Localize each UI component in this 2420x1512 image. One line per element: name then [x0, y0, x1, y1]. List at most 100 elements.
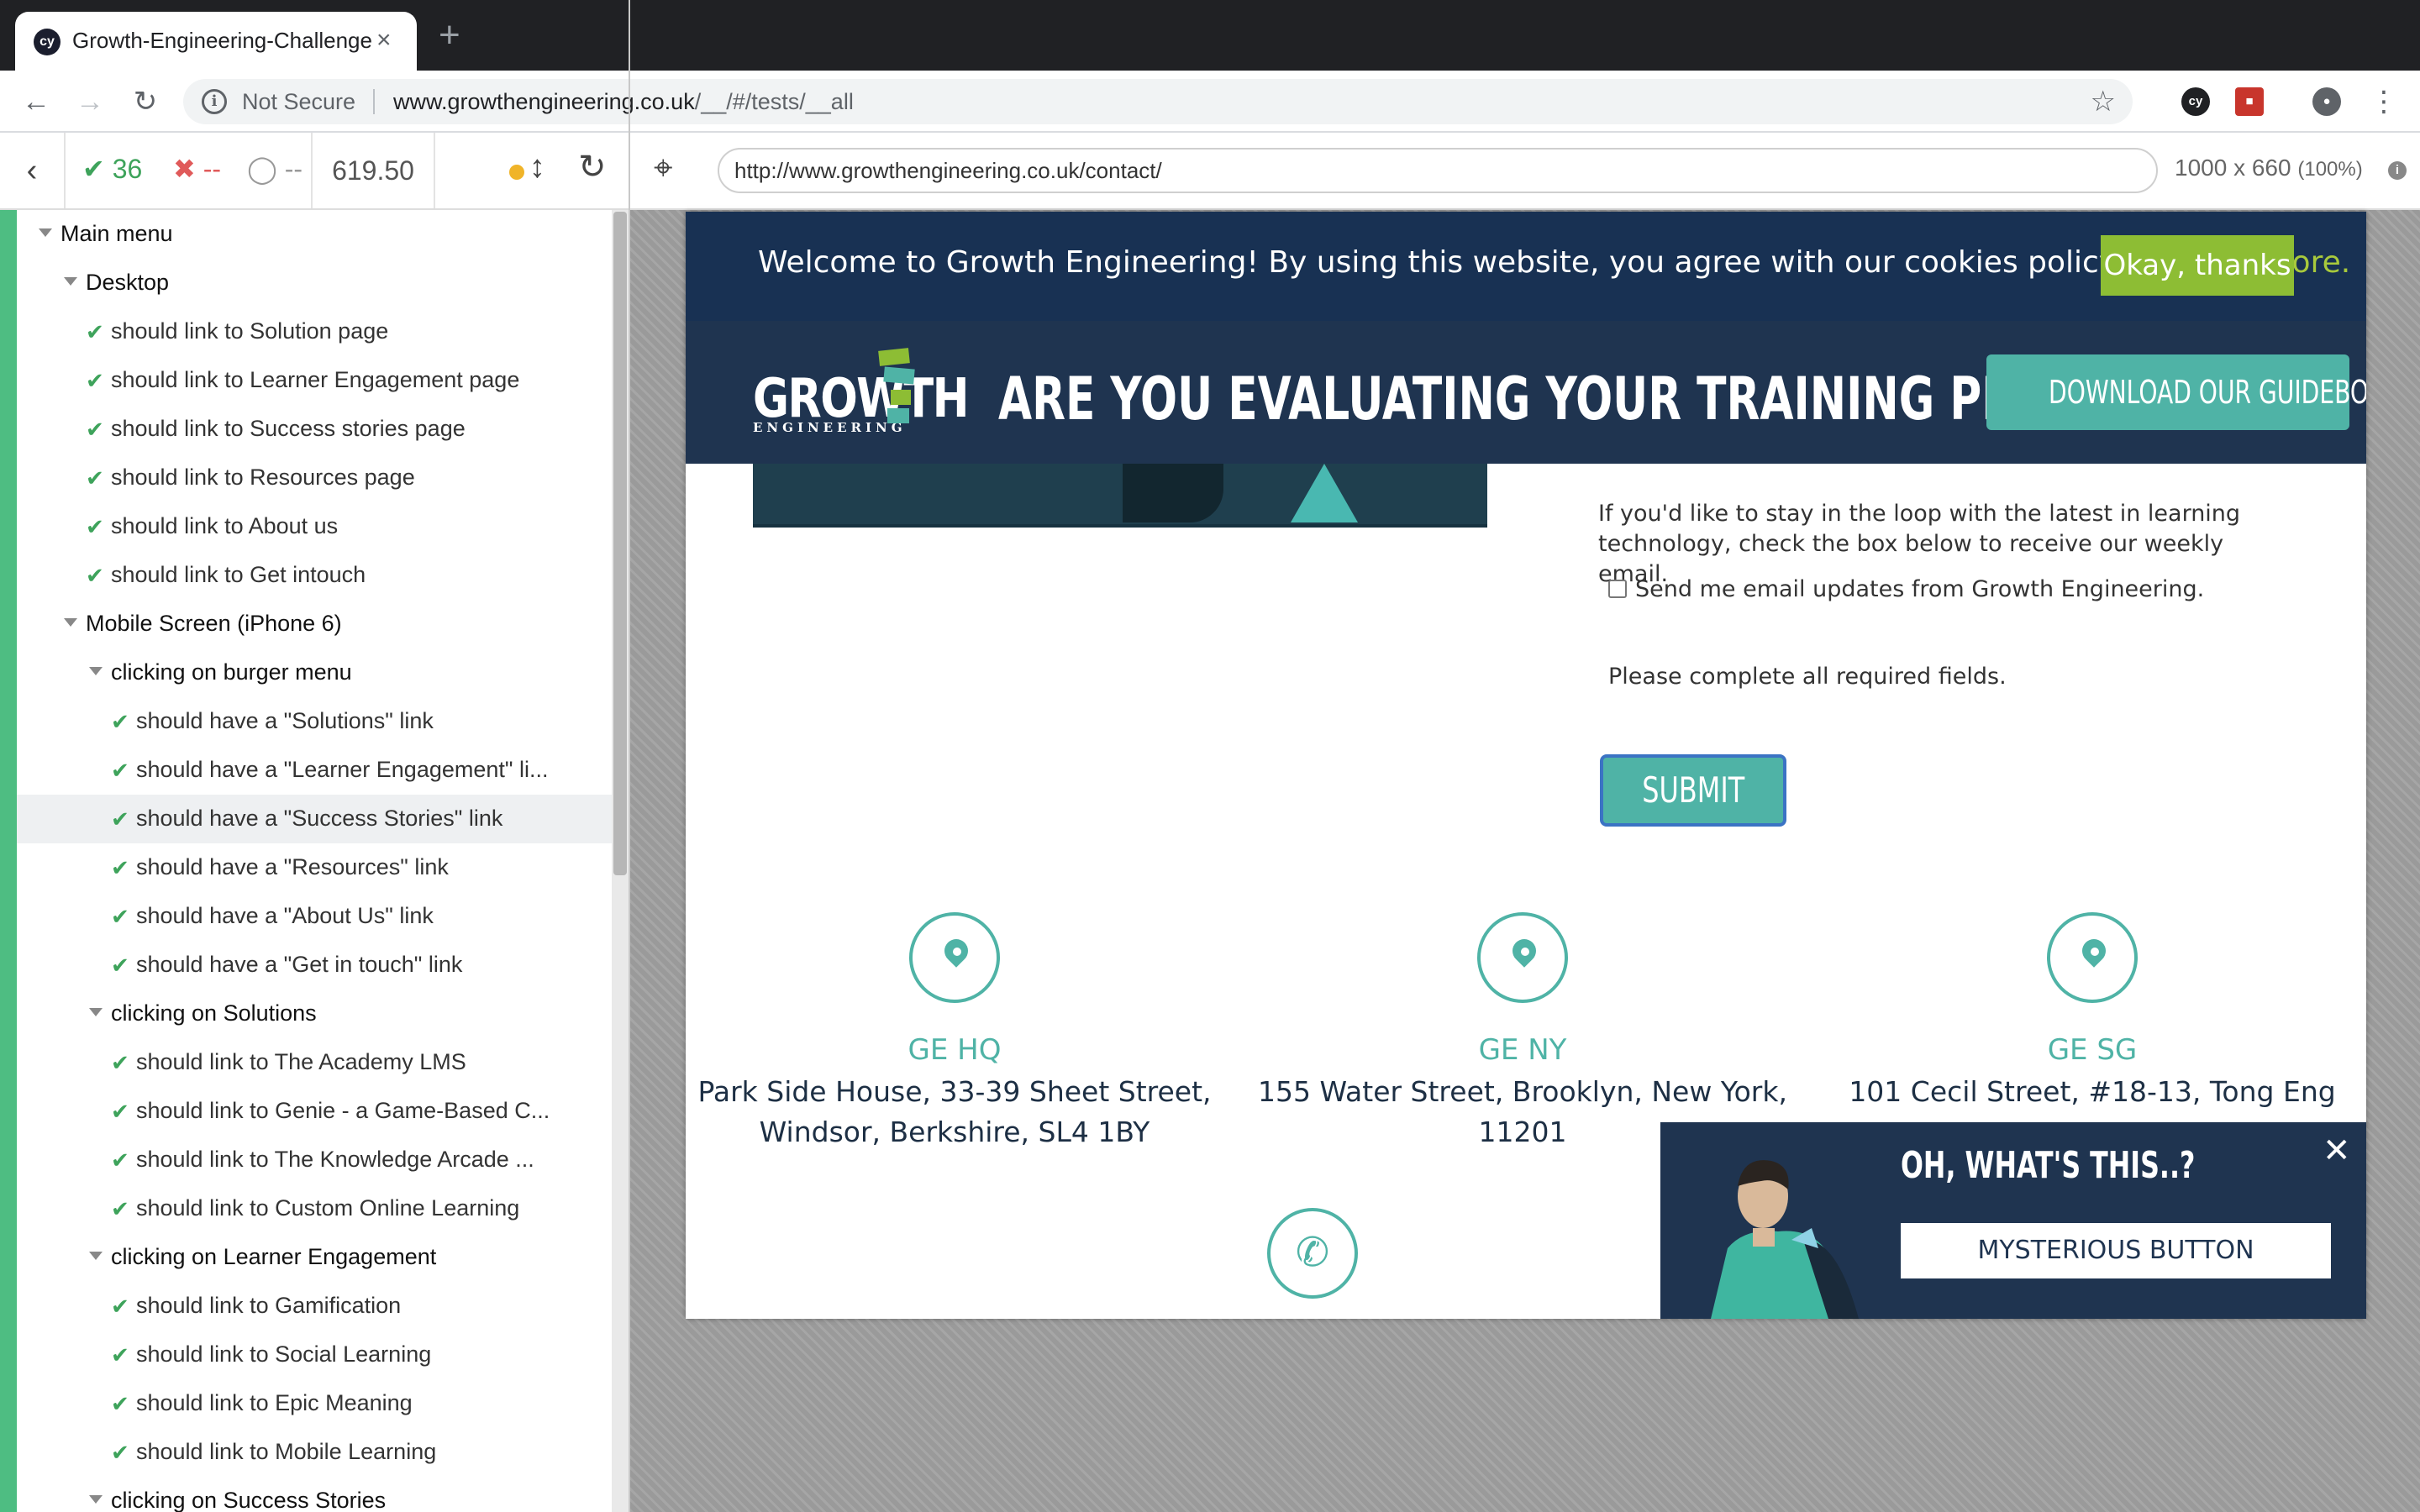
collapse-caret-icon[interactable]	[89, 1252, 103, 1260]
test-title: Mobile Screen (iPhone 6)	[86, 611, 342, 636]
forward-icon[interactable]: →	[71, 82, 109, 121]
autoscroll-icon[interactable]: ↕	[529, 150, 545, 186]
test-row[interactable]: ✔ should link to Gamification	[17, 1282, 612, 1331]
office-ny: GE NY 155 Water Street, Brooklyn, New Yo…	[1254, 912, 1791, 1152]
test-row[interactable]: ✔ should link to The Academy LMS	[17, 1038, 612, 1087]
test-row[interactable]: ✔ should have a "Success Stories" link	[17, 795, 612, 843]
test-row[interactable]: ✔ should link to Resources page	[17, 454, 612, 502]
test-title: should link to Gamification	[136, 1293, 402, 1318]
test-row[interactable]: ✔ should have a "Resources" link	[17, 843, 612, 892]
test-row[interactable]: ✔ should link to Genie - a Game-Based C..…	[17, 1087, 612, 1136]
extension-icon[interactable]: ■	[2235, 87, 2264, 116]
collapse-caret-icon[interactable]	[39, 228, 52, 237]
viewport-info-icon[interactable]: i	[2388, 161, 2407, 180]
cookie-accept-button[interactable]: Okay, thanks	[2101, 235, 2294, 296]
office-address-line: 155 Water Street, Brooklyn, New York,	[1258, 1075, 1787, 1108]
reporter-scroll-thumb[interactable]	[613, 212, 627, 875]
phone-icon: ✆	[1267, 1208, 1358, 1299]
test-row[interactable]: ✔ should link to Solution page	[17, 307, 612, 356]
collapse-caret-icon[interactable]	[64, 618, 77, 627]
viewport-scale: (100%)	[2297, 158, 2363, 181]
test-title: should link to Mobile Learning	[136, 1439, 437, 1464]
email-updates-label[interactable]: Send me email updates from Growth Engine…	[1635, 576, 2204, 602]
runner-header: ‹ ✔ 36 ✖ -- ◯ -- 619.50 ↕ ↻ ⌖ http://www…	[0, 133, 2420, 210]
test-row[interactable]: ✔ should link to Mobile Learning	[17, 1428, 612, 1477]
test-row[interactable]: ✔ should link to The Knowledge Arcade ...	[17, 1136, 612, 1184]
office-name: GE SG	[2047, 1033, 2138, 1067]
cookie-text: Welcome to Growth Engineering! By using …	[758, 245, 2123, 280]
star-icon[interactable]: ☆	[2091, 85, 2116, 118]
test-row[interactable]: ✔ should link to Social Learning	[17, 1331, 612, 1379]
selector-playground-icon[interactable]: ⌖	[654, 150, 673, 187]
test-suite-row[interactable]: clicking on Solutions	[17, 990, 612, 1038]
test-title: should link to Resources page	[111, 465, 415, 490]
check-icon: ✔	[111, 904, 129, 929]
test-row[interactable]: ✔ should have a "About Us" link	[17, 892, 612, 941]
pending-count: ◯ --	[247, 153, 302, 185]
collapse-caret-icon[interactable]	[89, 667, 103, 675]
test-row[interactable]: ✔ should have a "Get in touch" link	[17, 941, 612, 990]
test-row[interactable]: ✔ should link to Get intouch	[17, 551, 612, 600]
check-icon: ✔	[111, 758, 129, 783]
info-icon[interactable]: i	[202, 89, 227, 114]
test-row[interactable]: ✔ should link to Custom Online Learning	[17, 1184, 612, 1233]
test-row[interactable]: ✔ should link to Success stories page	[17, 405, 612, 454]
collapse-caret-icon[interactable]	[89, 1495, 103, 1504]
aut-url-field[interactable]: http://www.growthengineering.co.uk/conta…	[718, 148, 2158, 193]
hero-shape	[1291, 464, 1358, 522]
email-updates-checkbox[interactable]	[1608, 580, 1627, 598]
test-row[interactable]: ✔ should link to About us	[17, 502, 612, 551]
collapse-caret-icon[interactable]	[89, 1008, 103, 1016]
new-tab-button[interactable]: +	[439, 17, 460, 54]
run-duration: 619.50	[313, 133, 435, 208]
test-suite-row[interactable]: clicking on burger menu	[17, 648, 612, 697]
required-fields-message: Please complete all required fields.	[1608, 664, 2007, 690]
test-suite-row[interactable]: Desktop	[17, 259, 612, 307]
browser-tab[interactable]: cy Growth-Engineering-Challenge ×	[15, 12, 417, 71]
test-title: should have a "Learner Engagement" li...	[136, 757, 549, 782]
test-title: clicking on Success Stories	[111, 1488, 387, 1512]
office-name: GE HQ	[908, 1033, 1002, 1067]
test-row[interactable]: ✔ should have a "Solutions" link	[17, 697, 612, 746]
address-separator	[373, 89, 375, 114]
test-title: should have a "About Us" link	[136, 903, 434, 928]
cypress-extension-icon[interactable]: cy	[2181, 87, 2210, 116]
submit-button[interactable]: SUBMIT	[1600, 754, 1786, 827]
office-address-line: 101 Cecil Street, #18-13, Tong Eng	[1849, 1075, 2336, 1108]
runner-back-icon[interactable]: ‹	[0, 133, 66, 208]
check-icon: ✔	[86, 514, 104, 539]
address-bar[interactable]: i Not Secure www.growthengineering.co.uk…	[183, 79, 2133, 124]
menu-icon[interactable]: ⋮	[2365, 82, 2403, 121]
test-suite-row[interactable]: clicking on Success Stories	[17, 1477, 612, 1512]
back-icon[interactable]: ←	[17, 82, 55, 121]
location-pin-icon	[1477, 912, 1568, 1003]
test-suite-row[interactable]: Main menu	[17, 210, 612, 259]
test-stats: ✔ 36 ✖ -- ◯ --	[66, 133, 313, 208]
office-name: GE NY	[1478, 1033, 1567, 1067]
download-guidebook-label: DOWNLOAD OUR GUIDEBOOK	[2049, 374, 2366, 411]
download-guidebook-button[interactable]: DOWNLOAD OUR GUIDEBOOK	[1986, 354, 2366, 430]
test-title: should link to Get intouch	[111, 562, 366, 587]
test-row[interactable]: ✔ should have a "Learner Engagement" li..…	[17, 746, 612, 795]
mysterious-button[interactable]: MYSTERIOUS BUTTON	[1901, 1223, 2331, 1278]
profile-icon[interactable]: ●	[2312, 87, 2341, 116]
pending-value: --	[284, 154, 303, 184]
aut-frame: Welcome to Growth Engineering! By using …	[686, 212, 2366, 1319]
office-address-line: Park Side House, 33-39 Sheet Street,	[697, 1075, 1212, 1108]
check-icon: ✔	[86, 465, 104, 491]
test-title: should link to Success stories page	[111, 416, 466, 441]
collapse-caret-icon[interactable]	[64, 277, 77, 286]
status-bar	[0, 210, 17, 1512]
test-row[interactable]: ✔ should link to Learner Engagement page	[17, 356, 612, 405]
test-suite-row[interactable]: clicking on Learner Engagement	[17, 1233, 612, 1282]
rerun-icon[interactable]: ↻	[578, 148, 607, 186]
popup-close-icon[interactable]: ✕	[2323, 1134, 2351, 1168]
test-title: clicking on Solutions	[111, 1000, 317, 1026]
reload-icon[interactable]: ↻	[126, 82, 165, 121]
tab-close-icon[interactable]: ×	[376, 24, 392, 57]
test-row[interactable]: ✔ should link to Epic Meaning	[17, 1379, 612, 1428]
browser-tab-strip: cy Growth-Engineering-Challenge × +	[0, 0, 2420, 71]
address-text[interactable]: www.growthengineering.co.uk/__/#/tests/_…	[393, 89, 854, 115]
test-title: clicking on burger menu	[111, 659, 352, 685]
test-suite-row[interactable]: Mobile Screen (iPhone 6)	[17, 600, 612, 648]
